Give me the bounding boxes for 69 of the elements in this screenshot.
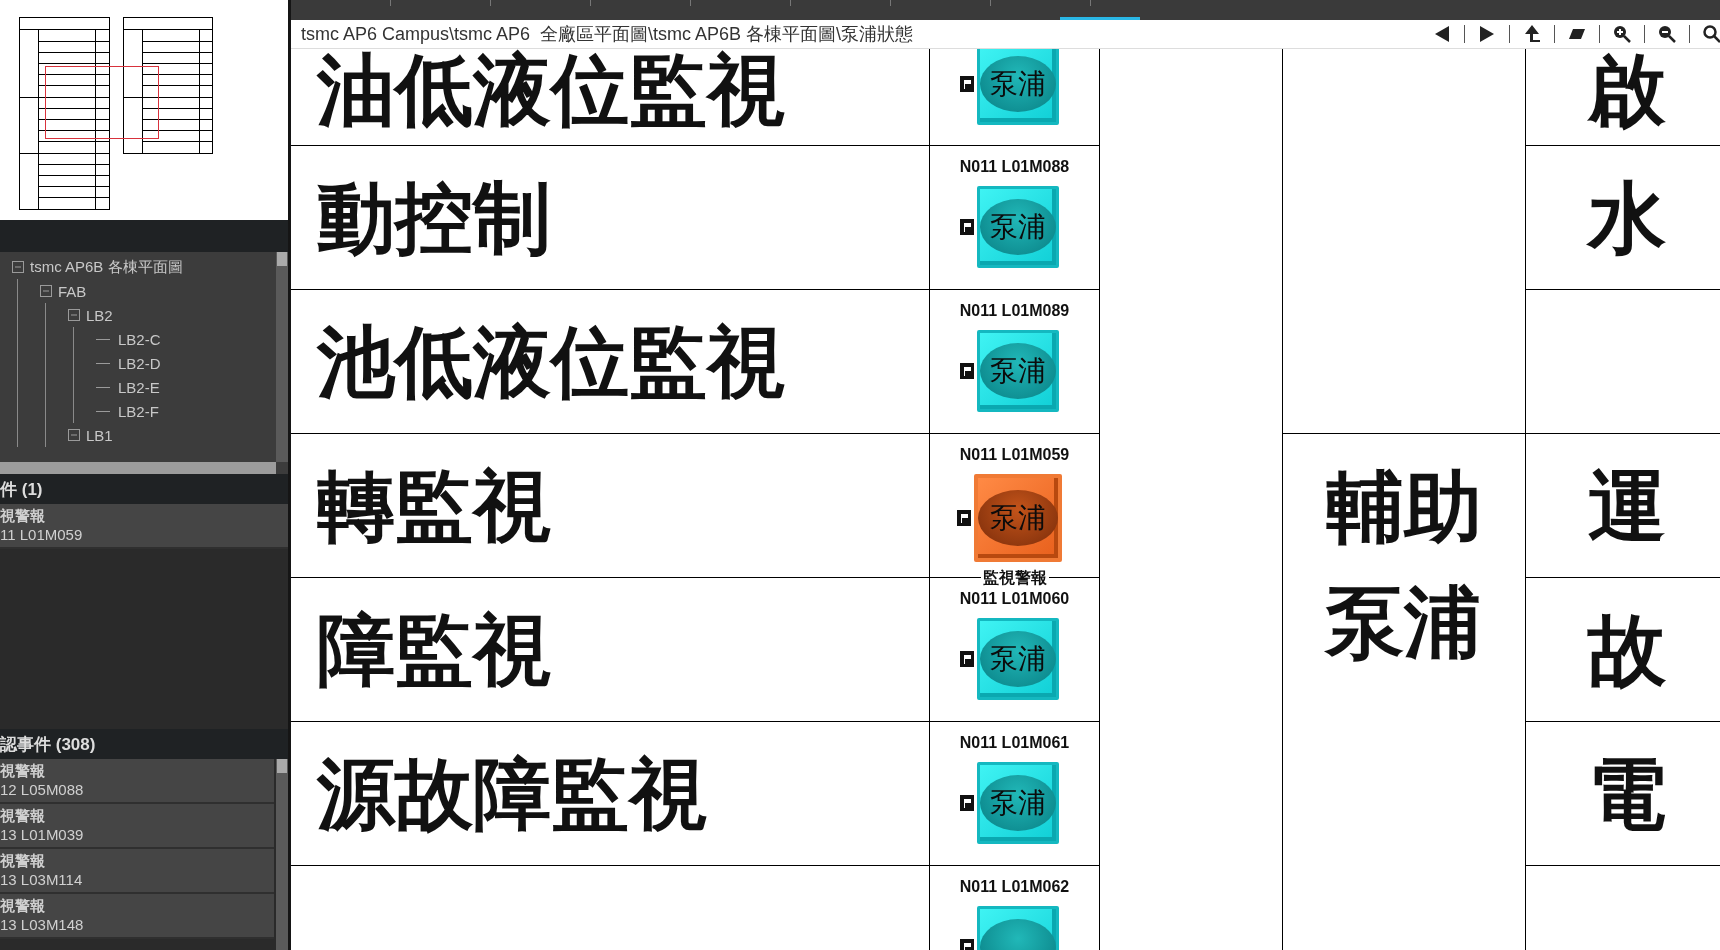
status-label: 監視警報 (980, 568, 1049, 587)
signal-label: 啟 (1588, 51, 1666, 129)
tree-item[interactable]: LB2-C (118, 330, 161, 348)
tree-item[interactable]: LB2 (86, 306, 113, 324)
signal-label: 源故障監視 (317, 754, 707, 833)
signal-label: 動控制 (317, 178, 551, 257)
vertical-scrollbar[interactable] (276, 252, 288, 462)
device-code: 13 L03M148 (0, 915, 85, 934)
tree-item[interactable]: FAB (58, 282, 87, 300)
device-code: N011 L01M060 (959, 590, 1070, 608)
device-code: 13 L01M039 (0, 825, 85, 844)
device-code: 11 L01M059 (0, 525, 84, 544)
pump-symbol[interactable]: 泵浦 (977, 49, 1059, 125)
pump-symbol[interactable]: 泵浦 (977, 330, 1059, 412)
signal-label: 運 (1588, 466, 1666, 545)
event-type: 視警報 (0, 506, 46, 525)
event-type: 視警報 (0, 806, 46, 825)
vertical-scrollbar[interactable] (276, 759, 288, 950)
zoom-in-icon[interactable] (1612, 24, 1632, 44)
flag-icon (960, 363, 974, 379)
device-code: 12 L05M088 (0, 780, 85, 799)
breadcrumb-path: tsmc AP6 Campus\tsmc AP6 全廠區平面圖\tsmc AP6B 各棟平面圖\泵浦狀態 (301, 23, 914, 46)
device-code: N011 L01M089 (959, 302, 1070, 320)
event-type: 視警報 (0, 851, 46, 870)
flag-icon (957, 510, 971, 526)
tree-item[interactable]: LB2-D (118, 354, 161, 372)
panel-header: 件 (1) (0, 478, 43, 501)
panel-header: 認事件 (308) (0, 733, 96, 756)
flag-icon (960, 795, 974, 811)
zoom-out-icon[interactable] (1657, 24, 1677, 44)
signal-label: 池低液位監視 (317, 322, 785, 401)
device-code: N011 L01M062 (959, 878, 1070, 896)
device-code: N011 L01M061 (959, 734, 1070, 752)
pump-symbol[interactable]: 泵浦 (974, 474, 1062, 562)
tree-item[interactable]: LB2-F (118, 402, 159, 420)
up-arrow-icon[interactable] (1522, 24, 1542, 44)
tree-item[interactable]: LB1 (86, 426, 113, 444)
minimap-drawing[interactable] (18, 17, 213, 210)
device-code: N011 L01M088 (959, 158, 1070, 176)
tree-item[interactable]: LB2-E (118, 378, 160, 396)
collapse-icon[interactable] (68, 309, 80, 321)
pump-symbol[interactable]: 泵浦 (977, 618, 1059, 700)
signal-label: 電 (1588, 754, 1666, 833)
collapse-icon[interactable] (40, 285, 52, 297)
group-label: 輔助泵浦 (1326, 462, 1482, 669)
pump-symbol[interactable]: 泵浦 (977, 762, 1059, 844)
horizontal-scrollbar[interactable] (0, 462, 276, 474)
magnifier-icon[interactable] (1702, 24, 1720, 44)
event-item[interactable]: 視警報 13 L01M039 (0, 804, 274, 849)
flag-icon (960, 219, 974, 235)
tree-item[interactable]: tsmc AP6B 各棟平面圖 (30, 257, 183, 277)
signal-label: 油低液位監視 (317, 51, 785, 129)
event-item[interactable]: 視警報 13 L03M148 (0, 894, 274, 939)
device-code: 13 L03M114 (0, 870, 84, 889)
event-item[interactable]: 視警報 11 L01M059 (0, 504, 288, 549)
collapse-icon[interactable] (68, 429, 80, 441)
signal-label: 故 (1588, 610, 1666, 689)
event-item[interactable]: 視警報 13 L03M114 (0, 849, 274, 894)
flag-icon (960, 76, 974, 92)
signal-label: 水 (1588, 178, 1666, 257)
signal-label: 轉監視 (317, 466, 551, 545)
collapse-icon[interactable] (12, 261, 24, 273)
event-type: 視警報 (0, 761, 46, 780)
pump-symbol[interactable]: 泵浦 (977, 186, 1059, 268)
event-type: 視警報 (0, 896, 46, 915)
event-item[interactable]: 視警報 12 L05M088 (0, 759, 274, 804)
flag-icon (960, 651, 974, 667)
device-code: N011 L01M059 (959, 446, 1070, 464)
signal-label: 障監視 (317, 610, 551, 689)
